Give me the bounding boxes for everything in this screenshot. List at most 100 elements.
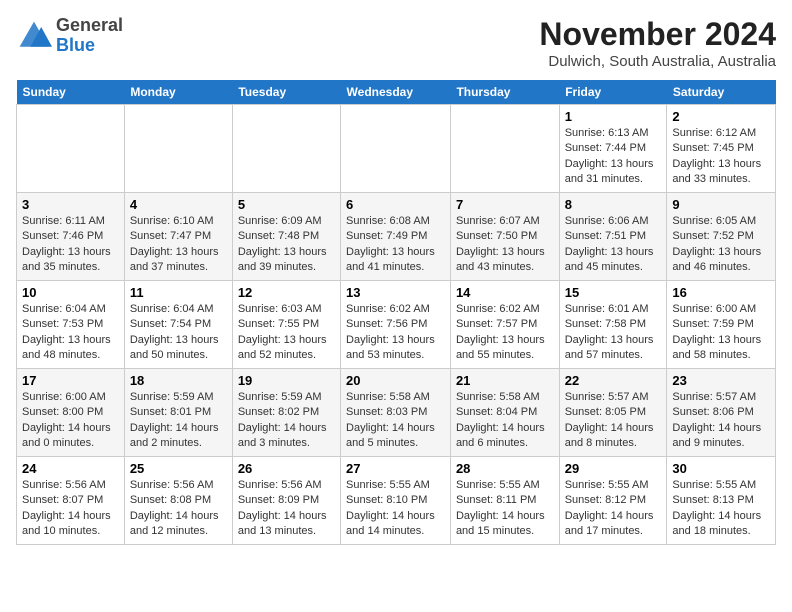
weekday-header-saturday: Saturday: [667, 80, 776, 105]
day-cell-30: 30 Sunrise: 5:55 AMSunset: 8:13 PMDayligh…: [667, 457, 776, 545]
empty-cell: [17, 105, 125, 193]
day-info: Sunrise: 6:03 AMSunset: 7:55 PMDaylight:…: [238, 302, 335, 364]
day-info: Sunrise: 6:06 AMSunset: 7:51 PMDaylight:…: [565, 214, 662, 276]
day-cell-13: 13Sunrise: 6:02 AMSunset: 7:56 PMDayligh…: [341, 281, 451, 369]
day-cell-29: 29 Sunrise: 5:55 AMSunset: 8:12 PMDayligh…: [559, 457, 667, 545]
weekday-header-wednesday: Wednesday: [341, 80, 451, 105]
day-cell-3: 3 Sunrise: 6:11 AMSunset: 7:46 PMDaylight…: [17, 193, 125, 281]
day-info: Sunrise: 6:01 AMSunset: 7:58 PMDaylight:…: [565, 302, 662, 364]
weekday-header-tuesday: Tuesday: [232, 80, 340, 105]
day-info: Sunrise: 5:56 AMSunset: 8:07 PMDaylight:…: [22, 478, 119, 540]
day-number: 19: [238, 373, 335, 388]
day-info: Sunrise: 5:55 AMSunset: 8:10 PMDaylight:…: [346, 478, 445, 540]
day-cell-16: 16Sunrise: 6:00 AMSunset: 7:59 PMDayligh…: [667, 281, 776, 369]
weekday-header-friday: Friday: [559, 80, 667, 105]
weekday-header-sunday: Sunday: [17, 80, 125, 105]
day-info: Sunrise: 5:55 AMSunset: 8:13 PMDaylight:…: [672, 478, 770, 540]
day-number: 21: [456, 373, 554, 388]
day-info: Sunrise: 5:57 AMSunset: 8:06 PMDaylight:…: [672, 390, 770, 452]
day-number: 9: [672, 197, 770, 212]
week-row-2: 3 Sunrise: 6:11 AMSunset: 7:46 PMDaylight…: [17, 193, 776, 281]
day-cell-22: 22 Sunrise: 5:57 AMSunset: 8:05 PMDayligh…: [559, 369, 667, 457]
day-number: 24: [22, 461, 119, 476]
day-cell-5: 5 Sunrise: 6:09 AMSunset: 7:48 PMDaylight…: [232, 193, 340, 281]
month-title: November 2024: [539, 16, 776, 53]
day-cell-20: 20Sunrise: 5:58 AMSunset: 8:03 PMDayligh…: [341, 369, 451, 457]
day-cell-8: 8 Sunrise: 6:06 AMSunset: 7:51 PMDaylight…: [559, 193, 667, 281]
title-block: November 2024 Dulwich, South Australia, …: [539, 16, 776, 70]
day-number: 30: [672, 461, 770, 476]
day-cell-26: 26Sunrise: 5:56 AMSunset: 8:09 PMDayligh…: [232, 457, 340, 545]
day-cell-4: 4 Sunrise: 6:10 AMSunset: 7:47 PMDaylight…: [124, 193, 232, 281]
page-header: General Blue November 2024 Dulwich, Sout…: [16, 16, 776, 70]
week-row-4: 17Sunrise: 6:00 AMSunset: 8:00 PMDayligh…: [17, 369, 776, 457]
day-cell-2: 2 Sunrise: 6:12 AMSunset: 7:45 PMDaylight…: [667, 105, 776, 193]
day-info: Sunrise: 6:05 AMSunset: 7:52 PMDaylight:…: [672, 214, 770, 276]
day-number: 10: [22, 285, 119, 300]
day-cell-12: 12 Sunrise: 6:03 AMSunset: 7:55 PMDayligh…: [232, 281, 340, 369]
day-info: Sunrise: 6:04 AMSunset: 7:53 PMDaylight:…: [22, 302, 119, 364]
day-number: 18: [130, 373, 227, 388]
day-number: 4: [130, 197, 227, 212]
day-number: 17: [22, 373, 119, 388]
empty-cell: [341, 105, 451, 193]
day-number: 14: [456, 285, 554, 300]
day-info: Sunrise: 5:58 AMSunset: 8:04 PMDaylight:…: [456, 390, 554, 452]
day-info: Sunrise: 6:12 AMSunset: 7:45 PMDaylight:…: [672, 126, 770, 188]
day-number: 12: [238, 285, 335, 300]
day-cell-21: 21 Sunrise: 5:58 AMSunset: 8:04 PMDayligh…: [450, 369, 559, 457]
day-number: 3: [22, 197, 119, 212]
day-number: 26: [238, 461, 335, 476]
logo: General Blue: [16, 16, 123, 56]
day-cell-18: 18 Sunrise: 5:59 AMSunset: 8:01 PMDayligh…: [124, 369, 232, 457]
day-number: 22: [565, 373, 662, 388]
empty-cell: [124, 105, 232, 193]
day-number: 29: [565, 461, 662, 476]
logo-general: General: [56, 16, 123, 36]
day-info: Sunrise: 5:57 AMSunset: 8:05 PMDaylight:…: [565, 390, 662, 452]
week-row-3: 10 Sunrise: 6:04 AMSunset: 7:53 PMDayligh…: [17, 281, 776, 369]
logo-blue: Blue: [56, 36, 123, 56]
day-number: 25: [130, 461, 227, 476]
empty-cell: [232, 105, 340, 193]
day-info: Sunrise: 5:59 AMSunset: 8:01 PMDaylight:…: [130, 390, 227, 452]
day-cell-7: 7 Sunrise: 6:07 AMSunset: 7:50 PMDaylight…: [450, 193, 559, 281]
day-number: 1: [565, 109, 662, 124]
day-cell-15: 15 Sunrise: 6:01 AMSunset: 7:58 PMDayligh…: [559, 281, 667, 369]
day-info: Sunrise: 6:08 AMSunset: 7:49 PMDaylight:…: [346, 214, 445, 276]
day-number: 5: [238, 197, 335, 212]
day-info: Sunrise: 6:10 AMSunset: 7:47 PMDaylight:…: [130, 214, 227, 276]
day-cell-1: 1Sunrise: 6:13 AMSunset: 7:44 PMDaylight…: [559, 105, 667, 193]
location: Dulwich, South Australia, Australia: [539, 53, 776, 70]
day-cell-17: 17Sunrise: 6:00 AMSunset: 8:00 PMDayligh…: [17, 369, 125, 457]
day-number: 7: [456, 197, 554, 212]
day-info: Sunrise: 6:07 AMSunset: 7:50 PMDaylight:…: [456, 214, 554, 276]
day-info: Sunrise: 5:55 AMSunset: 8:11 PMDaylight:…: [456, 478, 554, 540]
week-row-5: 24 Sunrise: 5:56 AMSunset: 8:07 PMDayligh…: [17, 457, 776, 545]
day-info: Sunrise: 6:09 AMSunset: 7:48 PMDaylight:…: [238, 214, 335, 276]
day-info: Sunrise: 5:55 AMSunset: 8:12 PMDaylight:…: [565, 478, 662, 540]
day-cell-10: 10 Sunrise: 6:04 AMSunset: 7:53 PMDayligh…: [17, 281, 125, 369]
calendar-table: SundayMondayTuesdayWednesdayThursdayFrid…: [16, 80, 776, 545]
day-info: Sunrise: 6:00 AMSunset: 7:59 PMDaylight:…: [672, 302, 770, 364]
day-cell-9: 9 Sunrise: 6:05 AMSunset: 7:52 PMDaylight…: [667, 193, 776, 281]
day-number: 13: [346, 285, 445, 300]
day-number: 27: [346, 461, 445, 476]
day-info: Sunrise: 5:56 AMSunset: 8:08 PMDaylight:…: [130, 478, 227, 540]
day-cell-19: 19 Sunrise: 5:59 AMSunset: 8:02 PMDayligh…: [232, 369, 340, 457]
week-row-1: 1Sunrise: 6:13 AMSunset: 7:44 PMDaylight…: [17, 105, 776, 193]
weekday-header-thursday: Thursday: [450, 80, 559, 105]
day-info: Sunrise: 5:58 AMSunset: 8:03 PMDaylight:…: [346, 390, 445, 452]
day-number: 8: [565, 197, 662, 212]
day-info: Sunrise: 6:02 AMSunset: 7:57 PMDaylight:…: [456, 302, 554, 364]
day-number: 2: [672, 109, 770, 124]
day-number: 23: [672, 373, 770, 388]
day-info: Sunrise: 5:59 AMSunset: 8:02 PMDaylight:…: [238, 390, 335, 452]
empty-cell: [450, 105, 559, 193]
weekday-header-monday: Monday: [124, 80, 232, 105]
day-number: 15: [565, 285, 662, 300]
day-cell-28: 28Sunrise: 5:55 AMSunset: 8:11 PMDayligh…: [450, 457, 559, 545]
day-info: Sunrise: 6:11 AMSunset: 7:46 PMDaylight:…: [22, 214, 119, 276]
day-number: 6: [346, 197, 445, 212]
logo-text: General Blue: [56, 16, 123, 56]
